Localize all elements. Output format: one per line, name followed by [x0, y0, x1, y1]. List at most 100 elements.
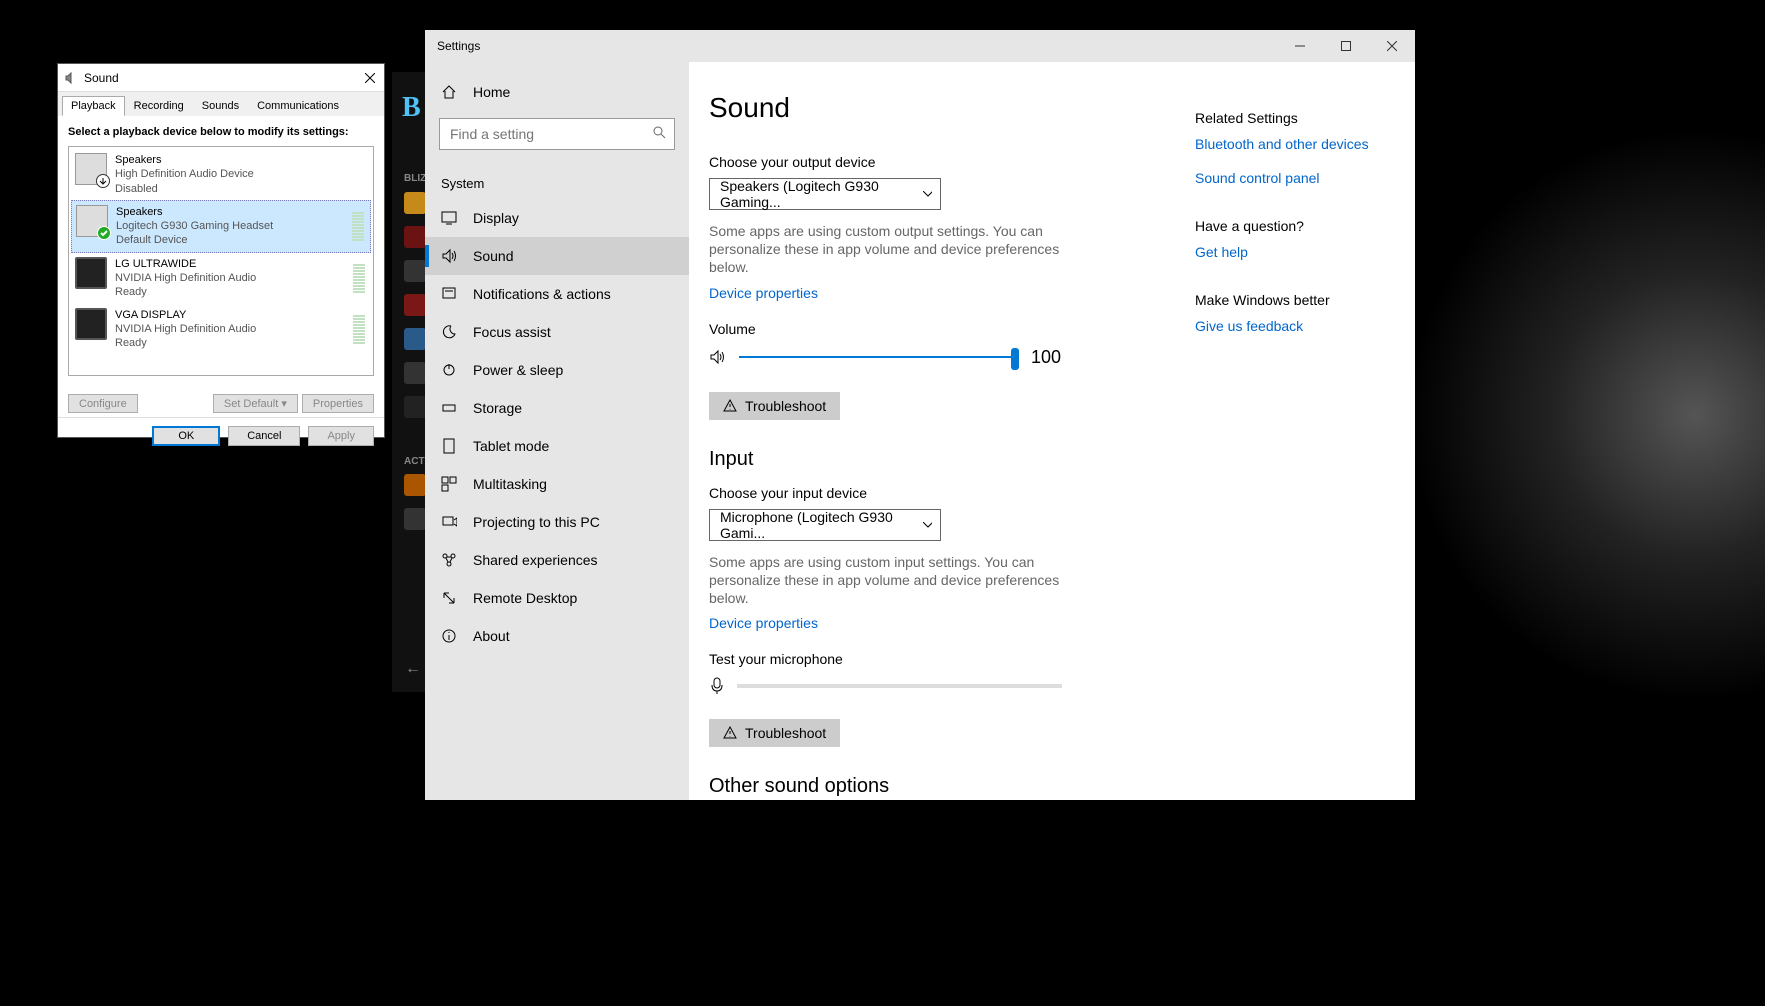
device-icon — [75, 308, 107, 340]
properties-button[interactable]: Properties — [302, 394, 374, 413]
nav-remote[interactable]: Remote Desktop — [425, 579, 689, 617]
device-status: Disabled — [115, 182, 367, 196]
nav-label: Shared experiences — [473, 552, 598, 568]
tab-sounds[interactable]: Sounds — [193, 96, 248, 116]
device-info: SpeakersLogitech G930 Gaming HeadsetDefa… — [116, 205, 344, 248]
display-icon — [441, 210, 457, 226]
sound-dialog-title: Sound — [84, 71, 119, 85]
device-item[interactable]: VGA DISPLAYNVIDIA High Definition AudioR… — [71, 304, 371, 355]
game-icon[interactable] — [404, 192, 426, 214]
volume-value: 100 — [1031, 347, 1061, 368]
nav-label: Display — [473, 210, 519, 226]
device-item[interactable]: SpeakersLogitech G930 Gaming HeadsetDefa… — [71, 200, 371, 253]
ok-button[interactable]: OK — [152, 426, 220, 446]
input-troubleshoot-button[interactable]: Troubleshoot — [709, 719, 840, 747]
other-section-title: Other sound options — [709, 775, 1395, 798]
output-device-properties-link[interactable]: Device properties — [709, 285, 818, 301]
nav-shared[interactable]: Shared experiences — [425, 541, 689, 579]
nav-about[interactable]: About — [425, 617, 689, 655]
nav-notifications[interactable]: Notifications & actions — [425, 275, 689, 313]
nav-label: Focus assist — [473, 324, 551, 340]
related-heading: Related Settings — [1195, 110, 1395, 126]
input-device-properties-link[interactable]: Device properties — [709, 615, 818, 631]
output-hint: Some apps are using custom output settin… — [709, 222, 1069, 277]
get-help-link[interactable]: Get help — [1195, 244, 1395, 260]
home-link[interactable]: Home — [425, 74, 689, 110]
device-list[interactable]: Speakers High Definition Audio DeviceDisa… — [68, 146, 374, 376]
set-default-button[interactable]: Set Default ▾ — [213, 394, 298, 413]
wallpaper-edge — [1415, 30, 1765, 800]
device-info: VGA DISPLAYNVIDIA High Definition AudioR… — [115, 308, 345, 351]
close-button[interactable] — [1369, 30, 1415, 62]
search-input[interactable] — [439, 118, 675, 150]
slider-thumb[interactable] — [1011, 348, 1019, 370]
output-troubleshoot-button[interactable]: Troubleshoot — [709, 392, 840, 420]
close-button[interactable] — [360, 68, 380, 88]
nav-multitask[interactable]: Multitasking — [425, 465, 689, 503]
mic-level-bar — [737, 684, 1062, 688]
tab-playback[interactable]: Playback — [62, 96, 125, 116]
sound-dialog-titlebar[interactable]: Sound — [58, 64, 384, 92]
nav-storage[interactable]: Storage — [425, 389, 689, 427]
nav-tablet[interactable]: Tablet mode — [425, 427, 689, 465]
volume-slider[interactable] — [739, 356, 1019, 358]
sound-icon — [441, 248, 457, 264]
device-description: NVIDIA High Definition Audio — [115, 271, 345, 285]
test-mic-label: Test your microphone — [709, 651, 1395, 667]
bg-section-label: ACT — [404, 456, 425, 467]
home-label: Home — [473, 84, 510, 100]
game-icon[interactable] — [404, 474, 426, 496]
apply-button[interactable]: Apply — [308, 426, 374, 446]
nav-power[interactable]: Power & sleep — [425, 351, 689, 389]
minimize-button[interactable] — [1277, 30, 1323, 62]
nav-focus-assist[interactable]: Focus assist — [425, 313, 689, 351]
sound-control-panel-link[interactable]: Sound control panel — [1195, 170, 1395, 186]
back-arrow-icon[interactable]: ← — [405, 660, 421, 678]
device-description: NVIDIA High Definition Audio — [115, 322, 345, 336]
nav-sound[interactable]: Sound — [425, 237, 689, 275]
output-device-dropdown[interactable]: Speakers (Logitech G930 Gaming... — [709, 178, 941, 210]
bluetooth-link[interactable]: Bluetooth and other devices — [1195, 136, 1395, 152]
input-device-dropdown[interactable]: Microphone (Logitech G930 Gami... — [709, 509, 941, 541]
moon-icon — [441, 324, 457, 340]
button-label: Troubleshoot — [745, 725, 826, 741]
device-item[interactable]: SpeakersHigh Definition Audio DeviceDisa… — [71, 149, 371, 200]
maximize-button[interactable] — [1323, 30, 1369, 62]
nav-label: Storage — [473, 400, 522, 416]
right-column: Related Settings Bluetooth and other dev… — [1195, 110, 1395, 366]
instruction-text: Select a playback device below to modify… — [68, 126, 374, 138]
game-icon[interactable] — [404, 226, 426, 248]
input-hint: Some apps are using custom input setting… — [709, 553, 1069, 608]
level-meter — [353, 257, 365, 293]
device-info: SpeakersHigh Definition Audio DeviceDisa… — [115, 153, 367, 196]
cancel-button[interactable]: Cancel — [228, 426, 300, 446]
home-icon — [441, 84, 457, 100]
game-icon[interactable] — [404, 508, 426, 530]
device-name: Speakers — [116, 205, 344, 219]
storage-icon — [441, 400, 457, 416]
game-icon[interactable] — [404, 260, 426, 282]
nav-label: Projecting to this PC — [473, 514, 600, 530]
game-icon[interactable] — [404, 396, 426, 418]
feedback-link[interactable]: Give us feedback — [1195, 318, 1395, 334]
remote-icon — [441, 590, 457, 606]
multitask-icon — [441, 476, 457, 492]
settings-titlebar[interactable]: Settings — [425, 30, 1415, 62]
nav-label: Power & sleep — [473, 362, 563, 378]
input-section-title: Input — [709, 448, 1395, 471]
tab-communications[interactable]: Communications — [248, 96, 348, 116]
device-item[interactable]: LG ULTRAWIDENVIDIA High Definition Audio… — [71, 253, 371, 304]
tab-recording[interactable]: Recording — [125, 96, 193, 116]
device-name: LG ULTRAWIDE — [115, 257, 345, 271]
default-badge-icon — [97, 226, 111, 240]
game-icon[interactable] — [404, 362, 426, 384]
device-info: LG ULTRAWIDENVIDIA High Definition Audio… — [115, 257, 345, 300]
configure-button[interactable]: Configure — [68, 394, 138, 413]
game-icon[interactable] — [404, 328, 426, 350]
nav-display[interactable]: Display — [425, 199, 689, 237]
device-description: High Definition Audio Device — [115, 167, 367, 181]
game-icon[interactable] — [404, 294, 426, 316]
nav-projecting[interactable]: Projecting to this PC — [425, 503, 689, 541]
settings-title: Settings — [437, 39, 480, 53]
nav-label: Notifications & actions — [473, 286, 611, 302]
